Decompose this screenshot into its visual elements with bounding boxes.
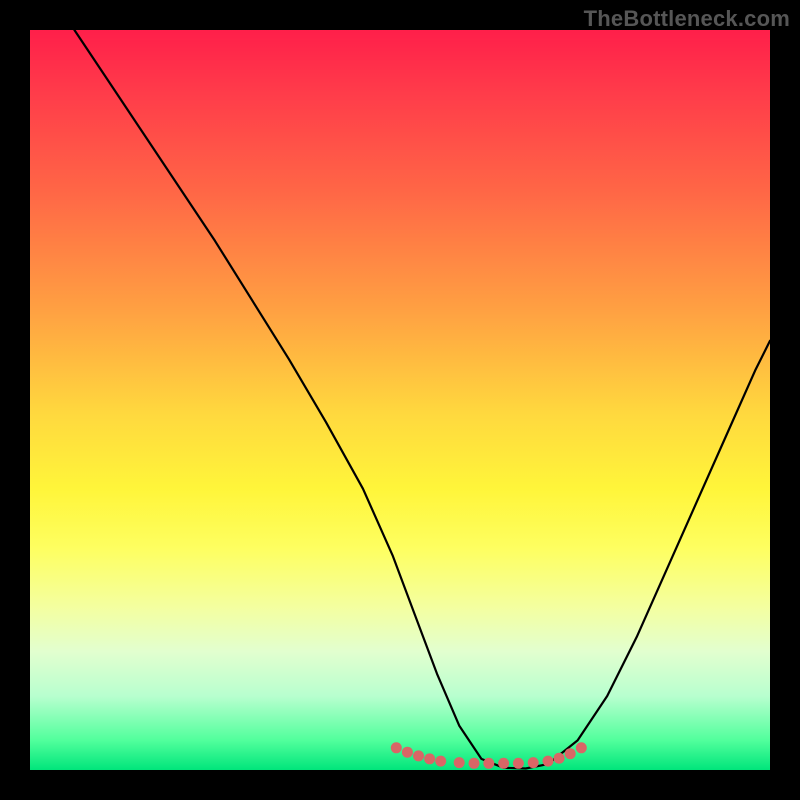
highlight-dot [435,756,446,767]
highlight-dot [413,750,424,761]
highlight-dot [576,742,587,753]
highlight-dot [483,758,494,769]
highlight-dots [391,742,587,769]
highlight-dot [454,757,465,768]
highlight-dot [554,753,565,764]
highlight-dot [543,756,554,767]
highlight-dot [469,758,480,769]
highlight-dot [402,747,413,758]
highlight-dot [513,758,524,769]
highlight-dot [528,757,539,768]
curve-line [74,30,770,769]
plot-area [30,30,770,770]
highlight-dot [498,758,509,769]
highlight-dot [565,748,576,759]
highlight-dot [391,742,402,753]
highlight-dot [424,753,435,764]
watermark-text: TheBottleneck.com [584,6,790,32]
plot-svg [30,30,770,770]
chart-frame: TheBottleneck.com [0,0,800,800]
